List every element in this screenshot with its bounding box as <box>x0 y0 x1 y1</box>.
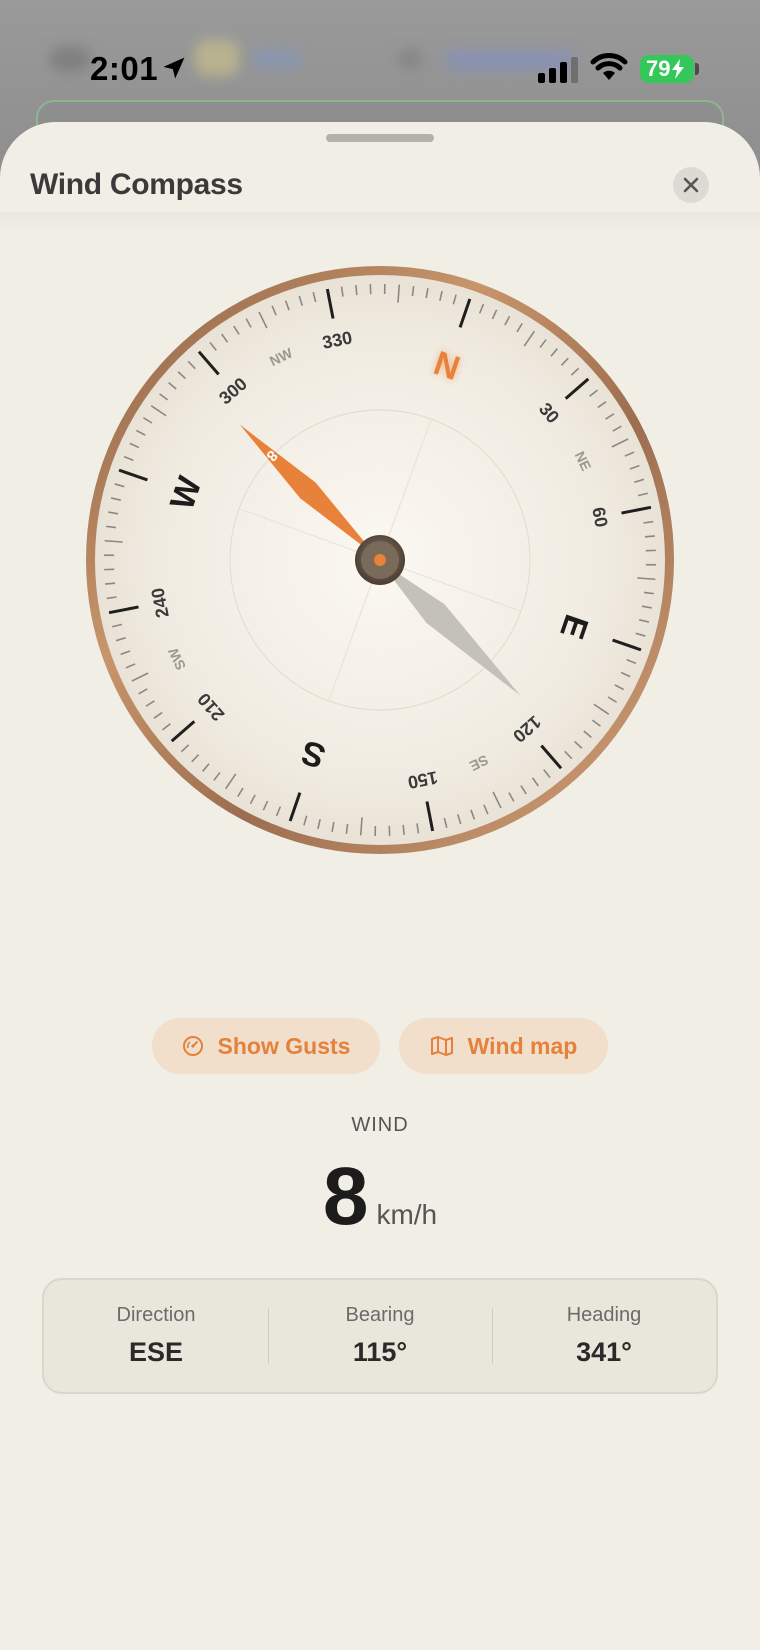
wind-map-button[interactable]: Wind map <box>399 1018 608 1074</box>
gauge-icon <box>182 1036 203 1056</box>
wind-speed-readout: 8 km/h <box>0 1150 760 1244</box>
wind-info-card: Direction ESE Bearing 115° Heading 341° <box>42 1278 718 1394</box>
wind-map-label: Wind map <box>467 1032 578 1059</box>
battery-cap <box>695 63 699 75</box>
degree-label: 60 <box>588 506 611 529</box>
direction-cell: Direction ESE <box>44 1280 268 1392</box>
bearing-label: Bearing <box>345 1304 415 1326</box>
wind-speed-value: 8 <box>322 1151 369 1242</box>
header-shadow <box>0 212 760 230</box>
wind-speed-unit: km/h <box>376 1199 438 1230</box>
charging-bolt-icon <box>672 59 685 79</box>
close-button[interactable] <box>673 167 709 203</box>
show-gusts-button[interactable]: Show Gusts <box>152 1018 380 1074</box>
heading-label: Heading <box>566 1304 642 1326</box>
map-icon <box>430 1036 453 1056</box>
cellular-signal-icon <box>538 57 578 83</box>
battery-indicator: 79 <box>640 55 694 83</box>
compass-tick <box>402 824 405 836</box>
sheet-title: Wind Compass <box>30 168 243 201</box>
direction-label: Direction <box>116 1304 196 1326</box>
sheet-grabber[interactable] <box>326 134 434 142</box>
compass-dial: NNESW3060120150210240300330NESESWNW 8 <box>86 266 674 854</box>
compass-tick <box>355 284 358 296</box>
compass-tick <box>104 582 116 585</box>
status-bar: 2:01 79 <box>0 0 760 120</box>
wind-compass: N N E S W 30 60 120 150 210 240 300 330 NE SE SW NW 8 <box>85 265 675 855</box>
heading-value: 341° <box>576 1337 632 1367</box>
compass-tick <box>644 535 656 538</box>
battery-level: 79 <box>646 56 671 81</box>
wifi-icon <box>590 53 628 80</box>
status-time: 2:01 <box>90 50 159 87</box>
location-arrow-icon <box>163 57 185 79</box>
bearing-value: 115° <box>352 1337 408 1367</box>
close-icon <box>683 177 699 193</box>
direction-value: ESE <box>128 1337 184 1367</box>
heading-cell: Heading 341° <box>492 1280 716 1392</box>
bearing-cell: Bearing 115° <box>268 1280 492 1392</box>
show-gusts-label: Show Gusts <box>217 1032 351 1059</box>
hub-center-dot <box>374 554 386 566</box>
wind-label: WIND <box>351 1114 409 1136</box>
